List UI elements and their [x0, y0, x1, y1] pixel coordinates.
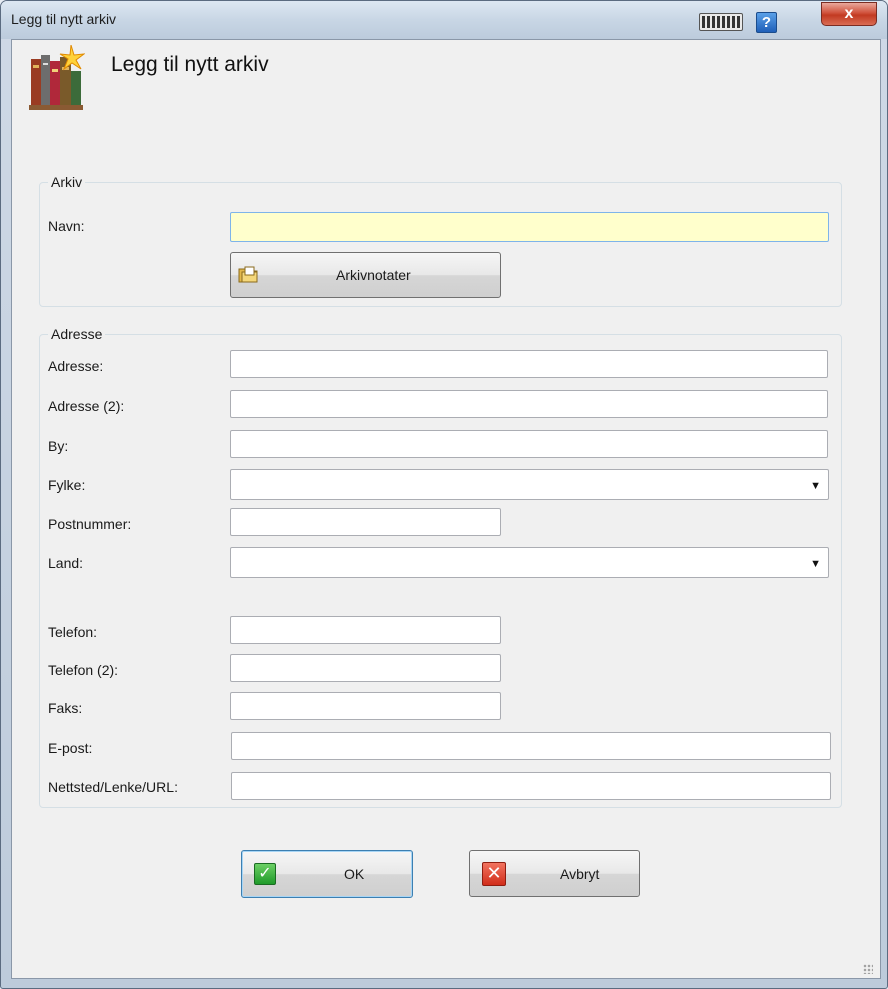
county-label: Fylke:	[48, 477, 86, 493]
resize-grip[interactable]	[863, 964, 873, 974]
name-input[interactable]	[230, 212, 829, 242]
title-bar[interactable]: Legg til nytt arkiv ? x	[1, 1, 887, 39]
postcode-label: Postnummer:	[48, 516, 132, 532]
archive-notes-label: Arkivnotater	[336, 267, 411, 283]
ok-button[interactable]: ✓ OK	[241, 850, 413, 898]
ok-label: OK	[344, 866, 365, 882]
archive-notes-button[interactable]: Arkivnotater	[230, 252, 501, 298]
phone-input[interactable]	[230, 616, 501, 644]
header-title: Legg til nytt arkiv	[111, 53, 269, 76]
dialog-window: Legg til nytt arkiv ? x Legg til nytt ar…	[0, 0, 888, 989]
city-label: By:	[48, 438, 69, 454]
folder-icon	[238, 266, 258, 283]
name-label: Navn:	[48, 218, 85, 234]
x-icon: ✕	[482, 862, 506, 886]
address-group-legend: Adresse	[51, 326, 103, 342]
phone-label: Telefon:	[48, 624, 98, 640]
country-label: Land:	[48, 555, 84, 571]
address-label: Adresse:	[48, 358, 104, 374]
close-button[interactable]: x	[821, 2, 877, 26]
checkmark-icon: ✓	[254, 863, 276, 885]
fax-input[interactable]	[230, 692, 501, 720]
email-label: E-post:	[48, 740, 93, 756]
keyboard-icon[interactable]	[699, 13, 743, 31]
phone2-input[interactable]	[230, 654, 501, 682]
chevron-down-icon[interactable]: ▼	[810, 480, 821, 492]
archive-group-legend: Arkiv	[51, 174, 83, 190]
county-select[interactable]: ▼	[230, 469, 829, 500]
help-icon[interactable]: ?	[756, 12, 777, 33]
chevron-down-icon[interactable]: ▼	[810, 558, 821, 570]
window-title: Legg til nytt arkiv	[11, 11, 117, 27]
country-select[interactable]: ▼	[230, 547, 829, 578]
address2-input[interactable]	[230, 390, 828, 418]
city-input[interactable]	[230, 430, 828, 458]
address-input[interactable]	[230, 350, 828, 378]
email-input[interactable]	[231, 732, 831, 760]
phone2-label: Telefon (2):	[48, 662, 119, 678]
books-icon	[29, 45, 85, 110]
address2-label: Adresse (2):	[48, 398, 125, 414]
website-input[interactable]	[231, 772, 831, 800]
postcode-input[interactable]	[230, 508, 501, 536]
cancel-label: Avbryt	[560, 865, 600, 882]
website-label: Nettsted/Lenke/URL:	[48, 779, 178, 795]
fax-label: Faks:	[48, 700, 83, 716]
cancel-button[interactable]: ✕ Avbryt	[469, 850, 640, 897]
